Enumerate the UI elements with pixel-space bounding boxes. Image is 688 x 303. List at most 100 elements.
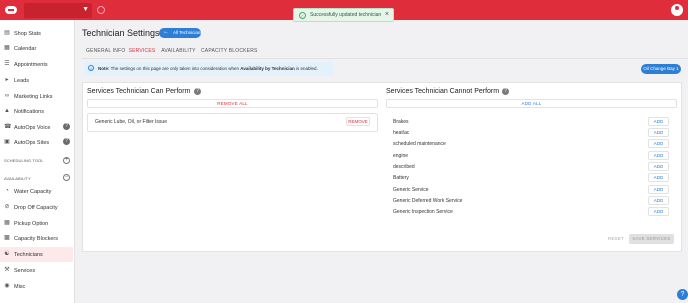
help-icon[interactable]: ? <box>502 88 509 95</box>
list-icon: ☰ <box>4 61 10 67</box>
sidebar: ▤ Shop Stats ▦ Calendar ☰ Appointments ▸… <box>0 20 75 303</box>
list-item: scheduled maintenance ADD <box>386 138 677 149</box>
sidebar-item-label: Drop Off Capacity <box>14 205 58 211</box>
add-all-button[interactable]: ADD ALL <box>386 99 677 108</box>
list-item: Brakes ADD <box>386 116 677 127</box>
add-service-button[interactable]: ADD <box>648 196 669 205</box>
arrow-left-icon: ← <box>163 29 169 35</box>
megaphone-icon: ▸ <box>5 77 9 83</box>
note-suffix: is enabled. <box>294 66 318 71</box>
add-service-button[interactable]: ADD <box>648 207 669 216</box>
success-toast: ✓ Successfully updated technician × <box>293 8 394 22</box>
sidebar-item-label: Technicians <box>14 252 43 258</box>
service-name: Brakes <box>393 119 409 125</box>
tab-divider <box>82 58 688 59</box>
toggle-icon: ◉ <box>4 283 10 289</box>
sidebar-item-label: Pickup Option <box>14 221 49 227</box>
wrench-icon: ⚒ <box>4 267 10 273</box>
sidebar-item-misc[interactable]: ◉ Misc <box>0 279 73 294</box>
save-services-button[interactable]: SAVE SERVICES <box>629 234 674 244</box>
all-technicians-label: All Technicians <box>173 30 203 35</box>
sidebar-item-label: AutoOps Voice <box>14 125 51 131</box>
sidebar-item-marketing-links[interactable]: ∞ Marketing Links <box>0 89 73 104</box>
add-circle-icon[interactable]: + <box>63 157 70 164</box>
cannot-perform-title: Services Technician Cannot Perform <box>386 88 500 95</box>
technicians-icon: ☯ <box>4 251 10 257</box>
sidebar-item-capacity-blockers[interactable]: ▩ Capacity Blockers <box>0 231 73 246</box>
toast-message: Successfully updated technician <box>310 12 382 18</box>
sidebar-item-pickup-option[interactable]: ▦ Pickup Option <box>0 216 73 231</box>
help-icon[interactable]: ? <box>63 138 70 145</box>
sidebar-item-label: AutoOps Sites <box>14 140 50 146</box>
sidebar-item-water-capacity[interactable]: ◔ Water Capacity <box>0 184 73 199</box>
sidebar-item-label: Marketing Links <box>14 94 53 100</box>
sidebar-item-technicians[interactable]: ☯ Technicians <box>0 247 73 262</box>
help-icon[interactable]: ? <box>194 88 201 95</box>
list-item: described ADD <box>386 161 677 172</box>
browser-icon: ▣ <box>4 139 10 145</box>
avatar[interactable] <box>671 4 683 16</box>
sidebar-item-notifications[interactable]: ▲ Notifications <box>0 104 73 119</box>
list-item: Generic Deferred Work Service ADD <box>386 195 677 206</box>
sidebar-item-label: Appointments <box>14 62 48 68</box>
add-service-button[interactable]: ADD <box>648 139 669 148</box>
service-name: Battery <box>393 175 409 181</box>
close-icon[interactable]: × <box>385 11 389 18</box>
sidebar-item-label: Calendar <box>14 46 37 52</box>
gauge-icon: ◔ <box>5 188 9 194</box>
sidebar-item-label: Shop Stats <box>14 31 41 37</box>
grid-icon: ▦ <box>4 220 10 226</box>
service-name: Generic Lube, Oil, or Filter Issue <box>95 119 167 125</box>
status-indicator-icon <box>97 6 105 14</box>
block-icon: ⊘ <box>4 204 10 210</box>
service-name: Generic Inspection Service <box>393 209 453 215</box>
page-title: Technician Settings <box>82 28 160 38</box>
info-icon: i <box>88 65 94 71</box>
sidebar-item-autoops-voice[interactable]: ☎ AutoOps Voice ? <box>0 120 73 135</box>
all-technicians-button[interactable]: ← All Technicians <box>159 28 203 38</box>
sidebar-item-drop-off-capacity[interactable]: ⊘ Drop Off Capacity <box>0 200 73 215</box>
brand-logo-icon[interactable] <box>5 5 17 15</box>
list-item: engine ADD <box>386 150 677 161</box>
sidebar-item-services[interactable]: ⚒ Services <box>0 263 73 278</box>
oil-change-bay-button[interactable]: Oil Change Bay 1 <box>641 64 681 74</box>
help-icon[interactable]: ? <box>677 289 688 300</box>
link-icon: ∞ <box>4 93 10 99</box>
sidebar-item-leads[interactable]: ▸ Leads <box>0 73 73 88</box>
add-service-button[interactable]: ADD <box>648 173 669 182</box>
check-circle-icon: ✓ <box>299 12 306 19</box>
shop-selector[interactable]: ▼ <box>24 3 92 18</box>
reset-button[interactable]: RESET <box>608 236 624 241</box>
note-emphasis: Availability by Technician <box>240 66 295 71</box>
sidebar-item-label: Water Capacity <box>14 189 52 195</box>
add-service-button[interactable]: ADD <box>648 128 669 137</box>
add-service-button[interactable]: ADD <box>648 117 669 126</box>
remove-service-button[interactable]: REMOVE <box>346 117 370 126</box>
service-name: Generic Service <box>393 187 429 193</box>
add-service-button[interactable]: ADD <box>648 151 669 160</box>
sidebar-item-shop-stats[interactable]: ▤ Shop Stats <box>0 26 73 41</box>
calendar-icon: ▦ <box>4 45 10 51</box>
sidebar-item-label: Misc <box>14 284 26 290</box>
sidebar-section-availability: AVAILABILITY <box>4 176 31 181</box>
add-service-button[interactable]: ADD <box>648 162 669 171</box>
sidebar-item-label: Leads <box>14 78 29 84</box>
can-perform-title: Services Technician Can Perform <box>87 88 191 95</box>
remove-all-button[interactable]: REMOVE ALL <box>87 99 378 108</box>
sidebar-item-label: Services <box>14 268 36 274</box>
service-name: described <box>393 164 415 170</box>
service-name: heat/ac <box>393 130 410 136</box>
sidebar-item-autoops-sites[interactable]: ▣ AutoOps Sites ? <box>0 135 73 150</box>
list-item: Battery ADD <box>386 172 677 183</box>
sidebar-item-appointments[interactable]: ☰ Appointments <box>0 57 73 72</box>
service-name: Generic Deferred Work Service <box>393 198 463 204</box>
note-prefix: Note: <box>98 66 110 71</box>
sidebar-section-scheduling: SCHEDULING TOOL <box>4 158 44 163</box>
remove-circle-icon[interactable]: − <box>63 174 70 181</box>
help-icon[interactable]: ? <box>63 123 70 130</box>
chevron-down-icon: ▼ <box>82 6 89 13</box>
add-service-button[interactable]: ADD <box>648 185 669 194</box>
info-note: i Note: The settings on this page are on… <box>84 62 334 76</box>
sidebar-item-calendar[interactable]: ▦ Calendar <box>0 41 73 56</box>
list-item: Generic Inspection Service ADD <box>386 206 677 217</box>
